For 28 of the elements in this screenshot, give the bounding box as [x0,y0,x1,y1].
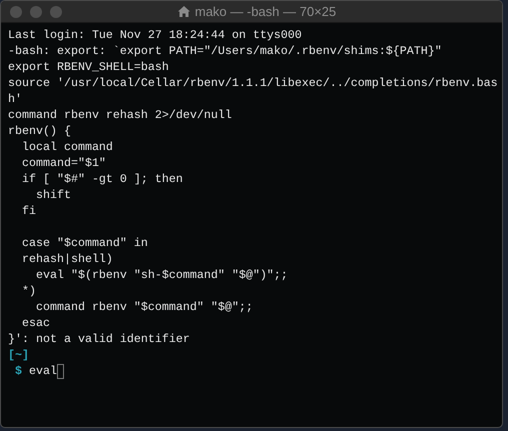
terminal-line: rbenv() { [8,123,72,139]
terminal-line: command rbenv "$command" "$@";; [34,299,254,315]
terminal-line: local command [20,139,114,155]
terminal-line: Last login: Tue Nov 27 18:24:44 on ttys000 [8,27,303,43]
terminal-line: fi [20,203,37,219]
window-title: mako — -bash — 70×25 [194,2,336,21]
terminal-line: }': not a valid identifier [8,331,191,347]
terminal-line: export RBENV_SHELL=bash [8,59,170,75]
terminal-line: *) [20,283,37,299]
cursor [56,364,64,378]
minimize-button[interactable] [30,6,42,18]
prompt-symbol: $ [15,363,22,379]
terminal-line: shift [34,187,72,203]
house-icon [178,6,190,17]
close-button[interactable] [10,6,22,18]
terminal-line: -bash: export: `export PATH="/Users/mako/.rbenv/shims:${PATH}" [8,43,443,59]
terminal-line: eval "$(rbenv "sh-$command" "$@")";; [34,267,289,283]
command-input[interactable]: eval [29,363,57,379]
terminal-line: esac [20,315,51,331]
terminal-line: command rbenv rehash 2>/dev/null [8,107,233,123]
terminal-line: case "$command" in [20,235,149,251]
zoom-button[interactable] [50,6,62,18]
terminal-line: if [ "$#" -gt 0 ]; then [20,171,184,187]
terminal-line: command="$1" [20,155,107,171]
terminal-line: source '/usr/local/Cellar/rbenv/1.1.1/libexec/../completions/rbenv.bas [8,75,499,91]
current-directory: [~] [8,347,29,363]
terminal-line: rehash|shell) [20,251,114,267]
terminal-line: h' [8,91,23,107]
